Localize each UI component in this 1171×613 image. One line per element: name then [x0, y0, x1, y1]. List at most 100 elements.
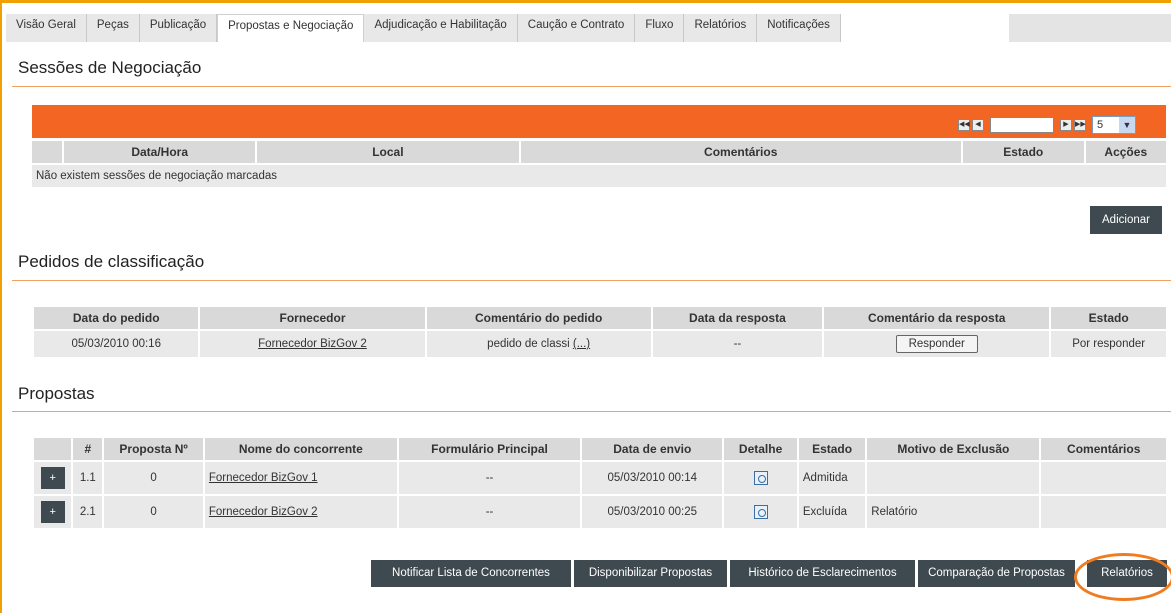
competitor-cell: Fornecedor BizGov 2 [204, 496, 397, 528]
page-size-select[interactable]: 5 ▼ [1092, 116, 1136, 134]
table-row: + 1.1 0 Fornecedor BizGov 1 -- 05/03/201… [34, 462, 1166, 494]
proposal-index: 2.1 [73, 496, 103, 528]
tab-fluxo[interactable]: Fluxo [635, 14, 685, 42]
first-page-icon[interactable]: ◀◀ [958, 119, 970, 131]
comments [1041, 462, 1166, 494]
col-header: Local [257, 141, 519, 163]
table-header-row: Data do pedido Fornecedor Comentário do … [34, 307, 1166, 329]
status-text: Por responder [1051, 331, 1166, 357]
notify-competitors-button[interactable]: Notificar Lista de Concorrentes [371, 560, 571, 587]
col-header: Estado [962, 141, 1084, 163]
col-header: Comentário da resposta [824, 307, 1050, 329]
col-header: Nome do concorrente [204, 438, 397, 460]
col-header: Comentário do pedido [426, 307, 651, 329]
tab-bar: Visão Geral Peças Publicação Propostas e… [6, 14, 841, 42]
table-row: Não existem sessões de negociação marcad… [32, 165, 1166, 187]
request-date: 05/03/2010 00:16 [34, 331, 199, 357]
tab-notificacoes[interactable]: Notificações [757, 14, 841, 42]
col-blank [34, 438, 72, 460]
page-frame-top [0, 0, 1171, 3]
expand-cell: + [34, 462, 72, 494]
exclusion-reason [867, 462, 1040, 494]
empty-message: Não existem sessões de negociação marcad… [32, 165, 1166, 187]
request-comment: pedido de classi [487, 338, 570, 350]
col-header: Data da resposta [652, 307, 823, 329]
supplier-link[interactable]: Fornecedor BizGov 2 [258, 338, 367, 350]
col-header: Estado [1051, 307, 1166, 329]
tab-adjudicacao-habilitacao[interactable]: Adjudicação e Habilitação [364, 14, 518, 42]
propostas-table: # Proposta Nº Nome do concorrente Formul… [32, 436, 1168, 530]
proposal-number: 0 [104, 496, 203, 528]
table-row: 05/03/2010 00:16 Fornecedor BizGov 2 ped… [34, 331, 1166, 357]
next-page-icon[interactable]: ▶ [1060, 119, 1072, 131]
tab-propostas-negociacao[interactable]: Propostas e Negociação [217, 14, 365, 42]
last-page-icon[interactable]: ▶▶ [1074, 119, 1086, 131]
col-header: Data do pedido [34, 307, 199, 329]
section-divider [12, 411, 1171, 412]
clarifications-history-button[interactable]: Histórico de Esclarecimentos [730, 560, 915, 587]
section-title-propostas: Propostas [18, 384, 95, 403]
send-date: 05/03/2010 00:25 [582, 496, 723, 528]
document-detail-icon[interactable] [753, 505, 768, 519]
col-header: Detalhe [724, 438, 797, 460]
supplier-cell: Fornecedor BizGov 2 [200, 331, 425, 357]
section-divider [12, 280, 1171, 281]
detail-cell [724, 462, 797, 494]
expand-button[interactable]: + [40, 467, 65, 489]
pager: ◀◀ ◀ ▶ ▶▶ 5 ▼ [958, 116, 1136, 134]
response-date: -- [652, 331, 823, 357]
col-header: Motivo de Exclusão [867, 438, 1040, 460]
more-link[interactable]: (...) [573, 338, 590, 350]
col-header: Data/Hora [64, 141, 256, 163]
tab-bar-filler [1009, 14, 1171, 42]
tab-pecas[interactable]: Peças [86, 14, 140, 42]
main-form: -- [398, 462, 581, 494]
page-input[interactable] [990, 117, 1054, 133]
col-header: Data de envio [582, 438, 723, 460]
expand-cell: + [34, 496, 72, 528]
section-title-pedidos: Pedidos de classificação [18, 252, 205, 271]
col-header: # [73, 438, 103, 460]
publish-proposals-button[interactable]: Disponibilizar Propostas [574, 560, 727, 587]
tab-relatorios[interactable]: Relatórios [684, 14, 758, 42]
pedidos-table: Data do pedido Fornecedor Comentário do … [32, 305, 1168, 359]
response-cell: Responder [824, 331, 1050, 357]
col-header: Comentários [520, 141, 961, 163]
proposal-index: 1.1 [73, 462, 103, 494]
page-size-value: 5 [1097, 119, 1104, 131]
tab-visao-geral[interactable]: Visão Geral [6, 14, 87, 42]
section-title-sessoes: Sessões de Negociação [18, 58, 202, 77]
col-blank [32, 141, 63, 163]
col-header: Estado [798, 438, 866, 460]
add-session-button[interactable]: Adicionar [1090, 206, 1162, 234]
table-row: + 2.1 0 Fornecedor BizGov 2 -- 05/03/201… [34, 496, 1166, 528]
responder-button[interactable]: Responder [895, 335, 978, 353]
status-text: Excluída [798, 496, 866, 528]
table-header-row: Data/Hora Local Comentários Estado Acçõe… [32, 141, 1166, 163]
tab-publicacao[interactable]: Publicação [139, 14, 218, 42]
send-date: 05/03/2010 00:14 [582, 462, 723, 494]
main-form: -- [398, 496, 581, 528]
col-header: Comentários [1041, 438, 1166, 460]
col-header: Proposta Nº [104, 438, 203, 460]
expand-button[interactable]: + [40, 501, 65, 523]
chevron-down-icon: ▼ [1119, 117, 1135, 133]
sessions-table: Data/Hora Local Comentários Estado Acçõe… [30, 139, 1168, 189]
proposal-number: 0 [104, 462, 203, 494]
col-header: Acções [1085, 141, 1166, 163]
competitor-link[interactable]: Fornecedor BizGov 1 [209, 472, 318, 484]
competitor-link[interactable]: Fornecedor BizGov 2 [209, 506, 318, 518]
status-text: Admitida [798, 462, 866, 494]
prev-page-icon[interactable]: ◀ [972, 119, 984, 131]
comments [1041, 496, 1166, 528]
tab-caucao-contrato[interactable]: Caução e Contrato [517, 14, 636, 42]
request-comment-cell: pedido de classi (...) [426, 331, 651, 357]
reports-button[interactable]: Relatórios [1087, 560, 1167, 587]
col-header: Fornecedor [200, 307, 425, 329]
compare-proposals-button[interactable]: Comparação de Propostas [918, 560, 1075, 587]
document-detail-icon[interactable] [753, 471, 768, 485]
section-divider [12, 86, 1171, 87]
detail-cell [724, 496, 797, 528]
table-header-row: # Proposta Nº Nome do concorrente Formul… [34, 438, 1166, 460]
col-header: Formulário Principal [398, 438, 581, 460]
